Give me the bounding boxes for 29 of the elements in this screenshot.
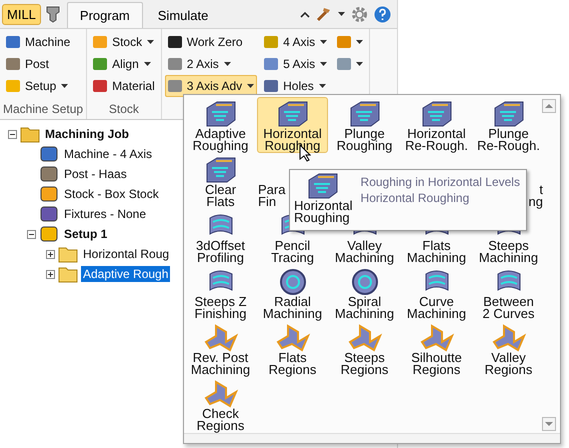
tooltip-title: Horizontal Roughing [294,200,353,224]
menu-item-label: Pencil Tracing [270,240,315,264]
menu-item-label: Silhoutte Regions [410,352,463,376]
menu-item-label: Clear Flats [204,184,238,208]
menu-item-label: Horizontal Re-Rough. [404,128,469,152]
menu-item-label: Horizontal Roughing [262,128,323,152]
tooltip-description: Roughing in Horizontal Levels [360,175,520,189]
menu-item-label: Flats Regions [268,352,318,376]
menu-item-label: Rev. Post Machining [190,352,252,376]
menu-item-label: Curve Machining [406,296,468,320]
menu-item-label: Para Fin [258,184,286,208]
menu-item-label: 3dOffset Profiling [195,240,246,264]
menu-item-label: Plunge Roughing [336,128,394,152]
menu-item-label: Valley Machining [334,240,396,264]
menu-item-label: Adaptive Roughing [192,128,250,152]
menu-item-label: Between 2 Curves [481,296,536,320]
menu-item-label: Check Regions [196,408,246,432]
group-label: Stock [108,101,140,118]
menu-item-label: Steeps Z Finishing [193,296,248,320]
menu-item-label: Plunge Re-Rough. [476,128,541,152]
menu-item-label: Radial Machining [262,296,324,320]
menu-item-label: Valley Regions [484,352,534,376]
menu-item-label: Steeps Regions [340,352,390,376]
menu-item-label: t ng [528,184,543,208]
menu-item-label: Spiral Machining [334,296,396,320]
group-label: Machine Setup [3,101,84,118]
menu-item-label: Flats Machining [406,240,468,264]
tooltip-name: Horizontal Roughing [360,191,470,205]
menu-item-label: Steeps Machining [478,240,540,264]
